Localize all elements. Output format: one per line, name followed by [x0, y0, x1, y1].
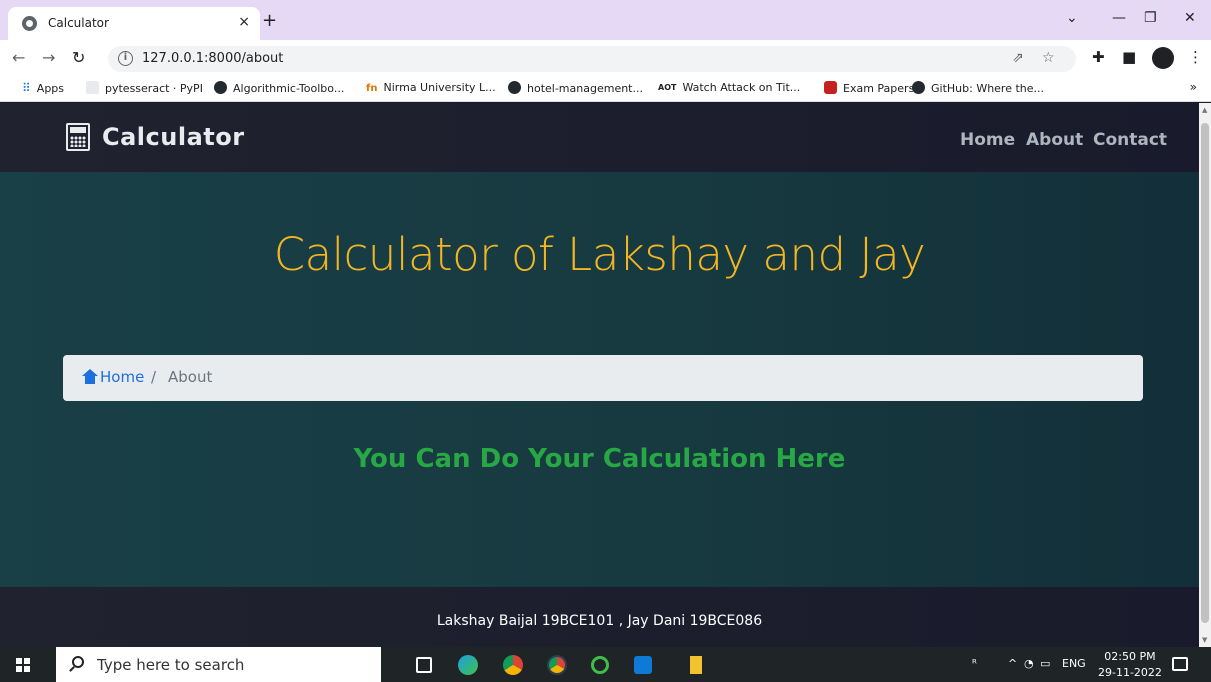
bookmark-label: Exam Papers [843, 82, 915, 95]
scroll-up-arrow-icon[interactable]: ▲ [1202, 106, 1207, 114]
bookmark-label: Nirma University L... [383, 81, 496, 94]
page-scrollbar[interactable]: ▲ ▼ [1199, 103, 1211, 647]
back-arrow-icon[interactable]: ← [12, 48, 25, 67]
chrome-profile-icon[interactable] [547, 655, 567, 675]
vscode-icon[interactable] [634, 656, 652, 674]
page-icon [86, 81, 99, 94]
breadcrumb-separator: / [151, 368, 157, 386]
aot-logo-icon: AOT [658, 83, 677, 92]
github-icon [214, 81, 227, 94]
clock-date: 29-11-2022 [1098, 666, 1162, 679]
nav-home[interactable]: Home [960, 130, 1015, 150]
reload-icon[interactable]: ↻ [72, 48, 85, 67]
nirma-logo-icon: fn [366, 83, 378, 94]
bookmark-item[interactable]: GitHub: Where the... [912, 81, 1044, 95]
browser-tab-strip: Calculator × + ⌄ — ❐ ✕ [0, 0, 1211, 40]
windows-start-icon[interactable] [16, 658, 30, 672]
browser-tab-calculator[interactable]: Calculator × [8, 7, 260, 40]
info-icon[interactable]: i [118, 51, 133, 66]
people-icon[interactable]: ᴿ [972, 657, 977, 670]
exam-papers-icon [824, 81, 837, 94]
home-icon[interactable] [82, 369, 98, 384]
bookmark-item[interactable]: pytesseract · PyPI [86, 81, 203, 95]
battery-icon[interactable]: ▭ [1040, 657, 1050, 670]
bookmark-star-icon[interactable]: ☆ [1042, 50, 1055, 66]
tab-close-button[interactable]: × [238, 14, 250, 30]
refresh-app-icon[interactable] [591, 656, 609, 674]
wifi-icon[interactable]: ◔ [1024, 657, 1034, 670]
bookmark-label: Algorithmic-Toolbo... [233, 82, 345, 95]
bookmark-label: Apps [36, 82, 65, 95]
brand-title: Calculator [102, 123, 245, 151]
restore-button[interactable]: ❐ [1144, 10, 1157, 26]
chrome-icon[interactable] [503, 655, 523, 675]
url-text[interactable]: 127.0.0.1:8000/about [142, 51, 283, 66]
breadcrumb-home-link[interactable]: Home [100, 368, 144, 386]
bookmark-apps[interactable]: ⠿ Apps [22, 81, 64, 95]
language-indicator[interactable]: ENG [1062, 657, 1086, 670]
address-bar[interactable]: i 127.0.0.1:8000/about ⇗ ☆ [108, 46, 1076, 72]
tab-search-chevron-icon[interactable]: ⌄ [1066, 10, 1078, 26]
bookmark-label: GitHub: Where the... [931, 82, 1045, 95]
apps-grid-icon: ⠿ [22, 81, 31, 95]
page-viewport: Calculator Home About Contact Calculator… [0, 103, 1199, 647]
globe-icon [22, 16, 37, 31]
new-tab-button[interactable]: + [262, 10, 277, 31]
windows-taskbar: Type here to search ᴿ ^ ◔ ▭ ENG 02:50 PM… [0, 647, 1211, 682]
browser-toolbar: ← → ↻ i 127.0.0.1:8000/about ⇗ ☆ ✚ ■ ⋮ [0, 40, 1211, 76]
search-icon [72, 656, 84, 668]
site-footer: Lakshay Baijal 19BCE101 , Jay Dani 19BCE… [0, 587, 1199, 647]
github-icon [912, 81, 925, 94]
bookmark-item[interactable]: Algorithmic-Toolbo... [214, 81, 344, 95]
bookmark-item[interactable]: hotel-management... [508, 81, 643, 95]
extensions-puzzle-icon[interactable]: ✚ [1092, 48, 1105, 66]
site-navbar: Calculator Home About Contact [0, 103, 1199, 172]
taskbar-search[interactable]: Type here to search [56, 647, 381, 682]
bookmark-label: hotel-management... [527, 82, 643, 95]
bookmarks-bar: ⠿ Apps pytesseract · PyPI Algorithmic-Too… [0, 76, 1211, 102]
notification-icon[interactable] [1172, 657, 1188, 671]
kebab-menu-icon[interactable]: ⋮ [1188, 48, 1203, 66]
nav-contact[interactable]: Contact [1093, 130, 1167, 150]
share-icon[interactable]: ⇗ [1012, 50, 1024, 66]
bookmark-label: pytesseract · PyPI [105, 82, 203, 95]
bookmark-item[interactable]: Exam Papers [824, 81, 914, 95]
tray-chevron-up-icon[interactable]: ^ [1008, 657, 1017, 670]
breadcrumb: Home / About [63, 355, 1143, 401]
edge-browser-icon[interactable] [458, 655, 478, 675]
bookmark-item[interactable]: AOT Watch Attack on Tit... [658, 81, 800, 94]
taskbar-clock[interactable]: 02:50 PM 29-11-2022 [1098, 649, 1162, 681]
brand-link[interactable]: Calculator [66, 123, 245, 151]
bookmark-item[interactable]: fn Nirma University L... [366, 81, 496, 94]
tab-title: Calculator [48, 16, 109, 30]
minimize-button[interactable]: — [1112, 10, 1126, 26]
scroll-down-arrow-icon[interactable]: ▼ [1202, 636, 1207, 644]
scrollbar-thumb[interactable] [1201, 123, 1209, 623]
calculator-icon [66, 123, 90, 151]
tagline: You Can Do Your Calculation Here [353, 444, 846, 474]
file-explorer-icon[interactable] [690, 656, 702, 674]
profile-avatar[interactable] [1152, 47, 1174, 69]
task-view-icon[interactable] [416, 657, 432, 673]
footer-credits: Lakshay Baijal 19BCE101 , Jay Dani 19BCE… [436, 613, 763, 629]
breadcrumb-current: About [168, 368, 213, 386]
bookmark-label: Watch Attack on Tit... [682, 81, 801, 94]
side-panel-icon[interactable]: ■ [1122, 48, 1136, 66]
github-icon [508, 81, 521, 94]
nav-about[interactable]: About [1026, 130, 1083, 150]
page-title: Calculator of Lakshay and Jay [273, 228, 926, 281]
more-bookmarks-button[interactable]: » [1190, 80, 1197, 94]
hero-section: Calculator of Lakshay and Jay Home / Abo… [0, 172, 1199, 587]
close-window-button[interactable]: ✕ [1184, 10, 1196, 26]
clock-time: 02:50 PM [1104, 650, 1156, 663]
forward-arrow-icon[interactable]: → [42, 48, 55, 67]
taskbar-search-placeholder[interactable]: Type here to search [97, 656, 244, 674]
